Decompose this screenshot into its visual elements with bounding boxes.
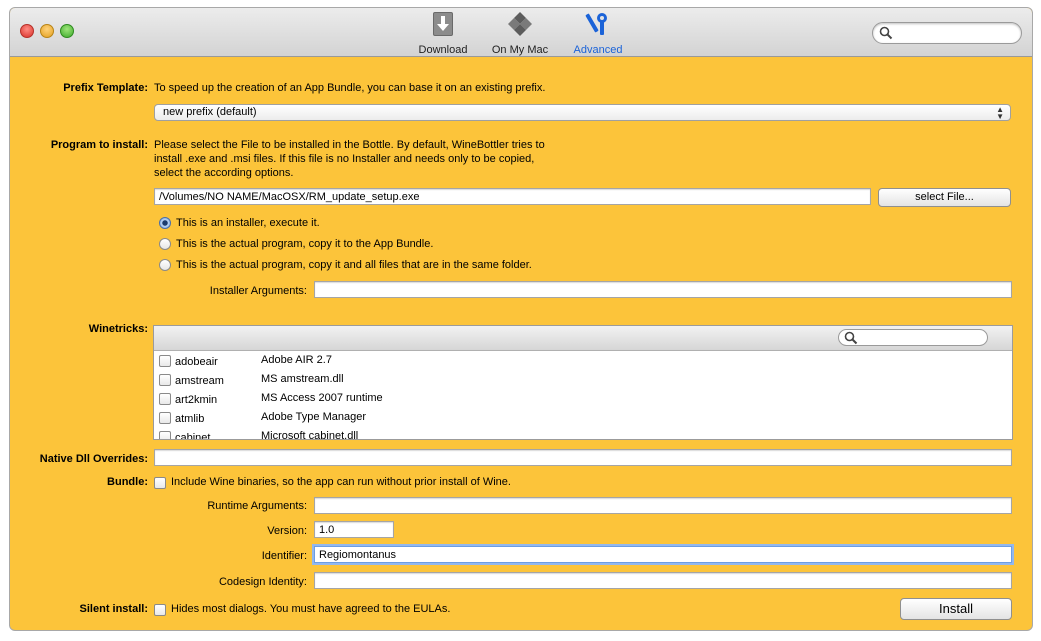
install-button[interactable]: Install bbox=[900, 598, 1012, 620]
advanced-tools-icon bbox=[585, 13, 607, 35]
winebottler-window: Download On My Mac Advanced Prefix Templ… bbox=[10, 8, 1032, 630]
radio-installer-execute-label: This is an installer, execute it. bbox=[176, 217, 320, 229]
winetricks-list: adobeair Adobe AIR 2.7 amstream MS amstr… bbox=[153, 325, 1013, 440]
toolbar-advanced-label: Advanced bbox=[573, 44, 623, 56]
version-field[interactable]: 1.0 bbox=[314, 521, 394, 538]
winetricks-description: MS amstream.dll bbox=[261, 373, 344, 385]
native-dll-overrides-field[interactable] bbox=[154, 449, 1012, 466]
toolbar-on-my-mac-label: On My Mac bbox=[491, 44, 549, 56]
toolbar-advanced[interactable]: Advanced bbox=[570, 11, 626, 56]
include-wine-checkbox[interactable] bbox=[154, 477, 166, 489]
installer-arguments-label: Installer Arguments: bbox=[209, 285, 307, 297]
codesign-identity-label: Codesign Identity: bbox=[218, 576, 307, 588]
runtime-arguments-field[interactable] bbox=[314, 497, 1012, 514]
winetricks-name: atmlib bbox=[175, 413, 205, 425]
silent-install-label: Silent install: bbox=[79, 603, 148, 615]
radio-copy-folder[interactable] bbox=[159, 259, 171, 271]
runtime-arguments-label: Runtime Arguments: bbox=[207, 500, 307, 512]
prefix-template-value: new prefix (default) bbox=[163, 106, 257, 118]
winetricks-label: Winetricks: bbox=[88, 323, 148, 335]
version-label: Version: bbox=[267, 525, 307, 537]
winetricks-checkbox[interactable] bbox=[159, 393, 171, 405]
radio-installer-execute[interactable] bbox=[159, 217, 171, 229]
advanced-panel: Prefix Template: To speed up the creatio… bbox=[10, 57, 1032, 630]
winetricks-row[interactable]: atmlib Adobe Type Manager bbox=[154, 409, 1012, 428]
program-description-line-2: install .exe and .msi files. If this fil… bbox=[154, 153, 535, 165]
radio-copy-folder-label: This is the actual program, copy it and … bbox=[176, 259, 532, 271]
program-to-install-label: Program to install: bbox=[50, 139, 148, 151]
winetricks-row[interactable]: cabinet Microsoft cabinet.dll bbox=[154, 428, 1012, 440]
identifier-label: Identifier: bbox=[261, 550, 307, 562]
toolbar-download[interactable]: Download bbox=[414, 11, 472, 56]
installer-arguments-field[interactable] bbox=[314, 281, 1012, 298]
winetricks-row[interactable]: art2kmin MS Access 2007 runtime bbox=[154, 390, 1012, 409]
minimize-window-button[interactable] bbox=[40, 24, 54, 38]
program-description-line-3: select the according options. bbox=[154, 167, 294, 179]
winetricks-checkbox[interactable] bbox=[159, 374, 171, 386]
winetricks-header bbox=[154, 326, 1012, 351]
prefix-template-popup[interactable]: new prefix (default) ▲ ▼ bbox=[154, 104, 1011, 121]
program-path-field[interactable]: /Volumes/NO NAME/MacOSX/RM_update_setup.… bbox=[154, 188, 871, 205]
include-wine-checkbox-label: Include Wine binaries, so the app can ru… bbox=[171, 476, 511, 488]
codesign-identity-field[interactable] bbox=[314, 572, 1012, 589]
winetricks-description: MS Access 2007 runtime bbox=[261, 392, 383, 404]
search-icon bbox=[879, 26, 893, 40]
title-toolbar: Download On My Mac Advanced bbox=[10, 8, 1032, 57]
winetricks-name: art2kmin bbox=[175, 394, 218, 406]
winetricks-description: Adobe Type Manager bbox=[261, 411, 366, 423]
winetricks-search-field[interactable] bbox=[838, 329, 988, 346]
winetricks-name: cabinet bbox=[175, 432, 211, 440]
radio-copy-to-bundle-label: This is the actual program, copy it to t… bbox=[176, 238, 434, 250]
select-file-button[interactable]: select File... bbox=[878, 188, 1011, 207]
prefix-template-description: To speed up the creation of an App Bundl… bbox=[154, 82, 546, 94]
download-icon bbox=[433, 12, 453, 36]
popup-arrows-icon: ▲ ▼ bbox=[996, 105, 1004, 121]
silent-install-checkbox[interactable] bbox=[154, 604, 166, 616]
toolbar-search-field[interactable] bbox=[872, 22, 1022, 44]
native-dll-overrides-label: Native Dll Overrides: bbox=[39, 453, 148, 465]
winetricks-row[interactable]: adobeair Adobe AIR 2.7 bbox=[154, 352, 1012, 371]
winetricks-checkbox[interactable] bbox=[159, 431, 171, 439]
toolbar-download-label: Download bbox=[418, 44, 468, 56]
winetricks-description: Microsoft cabinet.dll bbox=[261, 430, 359, 440]
bundle-label: Bundle: bbox=[107, 476, 148, 488]
identifier-field[interactable]: Regiomontanus bbox=[314, 546, 1012, 563]
winetricks-name: adobeair bbox=[175, 356, 218, 368]
winetricks-description: Adobe AIR 2.7 bbox=[261, 354, 332, 366]
winetricks-row[interactable]: amstream MS amstream.dll bbox=[154, 371, 1012, 390]
toolbar-on-my-mac[interactable]: On My Mac bbox=[488, 11, 552, 56]
search-icon bbox=[844, 331, 858, 345]
on-my-mac-icon bbox=[508, 12, 532, 36]
program-description-line-1: Please select the File to be installed i… bbox=[154, 139, 545, 151]
winetricks-checkbox[interactable] bbox=[159, 412, 171, 424]
winetricks-checkbox[interactable] bbox=[159, 355, 171, 367]
winetricks-name: amstream bbox=[175, 375, 224, 387]
zoom-window-button[interactable] bbox=[60, 24, 74, 38]
silent-install-checkbox-label: Hides most dialogs. You must have agreed… bbox=[171, 603, 451, 615]
prefix-template-label: Prefix Template: bbox=[63, 82, 148, 94]
close-window-button[interactable] bbox=[20, 24, 34, 38]
radio-copy-to-bundle[interactable] bbox=[159, 238, 171, 250]
